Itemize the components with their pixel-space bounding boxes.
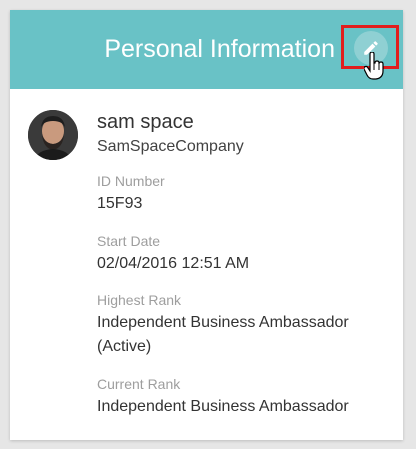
field-label: Current Rank bbox=[97, 376, 181, 392]
field-value: Independent Business Ambassador (Active) bbox=[97, 314, 349, 355]
field-id-number: ID Number 15F93 bbox=[97, 172, 165, 216]
field-label: Highest Rank bbox=[97, 292, 182, 308]
field-value: 15F93 bbox=[97, 195, 143, 212]
pencil-icon bbox=[364, 41, 378, 55]
personal-information-card: Personal Information sam space SamSpaceC… bbox=[10, 10, 403, 440]
avatar bbox=[28, 110, 78, 160]
profile-company: SamSpaceCompany bbox=[97, 138, 244, 155]
field-highest-rank: Highest Rank Independent Business Ambass… bbox=[97, 291, 397, 359]
card-title: Personal Information bbox=[104, 35, 335, 63]
profile-name: sam space bbox=[97, 111, 194, 133]
field-value: Independent Business Ambassador bbox=[97, 398, 349, 415]
profile-info: sam space SamSpaceCompany ID Number 15F9… bbox=[97, 110, 397, 415]
field-start-date: Start Date 02/04/2016 12:51 AM bbox=[97, 232, 249, 276]
field-label: ID Number bbox=[97, 173, 165, 189]
field-value: 02/04/2016 12:51 AM bbox=[97, 255, 250, 272]
edit-button[interactable] bbox=[354, 31, 388, 65]
card-header: Personal Information bbox=[10, 10, 403, 89]
field-label: Start Date bbox=[97, 233, 161, 249]
field-current-rank: Current Rank Independent Business Ambass… bbox=[97, 375, 349, 419]
